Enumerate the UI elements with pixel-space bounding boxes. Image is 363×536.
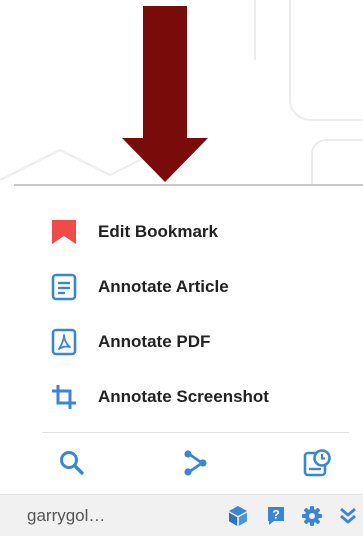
search-icon: [60, 451, 84, 475]
annotate-article-label: Annotate Article: [98, 277, 229, 296]
down-arrow-overlay: [122, 6, 208, 182]
gear-icon: [302, 506, 322, 526]
edit-bookmark-label: Edit Bookmark: [98, 222, 218, 241]
bookmark-icon: [48, 216, 80, 248]
help-button[interactable]: ?: [264, 504, 288, 528]
annotate-pdf-item[interactable]: Annotate PDF: [48, 320, 348, 364]
settings-button[interactable]: [300, 504, 324, 528]
svg-text:?: ?: [272, 508, 279, 522]
chevrons-down-icon: [340, 507, 356, 524]
cube-icon: [229, 506, 247, 526]
annotate-screenshot-label: Annotate Screenshot: [98, 387, 269, 406]
screenshot-history-button[interactable]: [300, 446, 334, 480]
toolbar-divider: [42, 432, 349, 433]
pdf-icon: [48, 326, 80, 358]
footer-bar: garrygol… ?: [0, 494, 363, 536]
extension-popup: Edit Bookmark Annotate Article Annotate …: [0, 0, 363, 536]
share-icon: [184, 450, 207, 476]
search-button[interactable]: [55, 446, 89, 480]
article-icon: [48, 271, 80, 303]
cube-button[interactable]: [226, 504, 250, 528]
toolbar: [0, 440, 363, 486]
share-button[interactable]: [178, 446, 212, 480]
annotate-screenshot-item[interactable]: Annotate Screenshot: [48, 375, 348, 419]
annotate-pdf-label: Annotate PDF: [98, 332, 211, 351]
annotate-article-item[interactable]: Annotate Article: [48, 265, 348, 309]
crop-icon: [48, 381, 80, 413]
username-label[interactable]: garrygol…: [27, 506, 105, 526]
edit-bookmark-item[interactable]: Edit Bookmark: [48, 210, 348, 254]
screenshot-clock-icon: [303, 449, 331, 477]
help-icon: ?: [268, 507, 284, 525]
expand-button[interactable]: [336, 504, 360, 528]
